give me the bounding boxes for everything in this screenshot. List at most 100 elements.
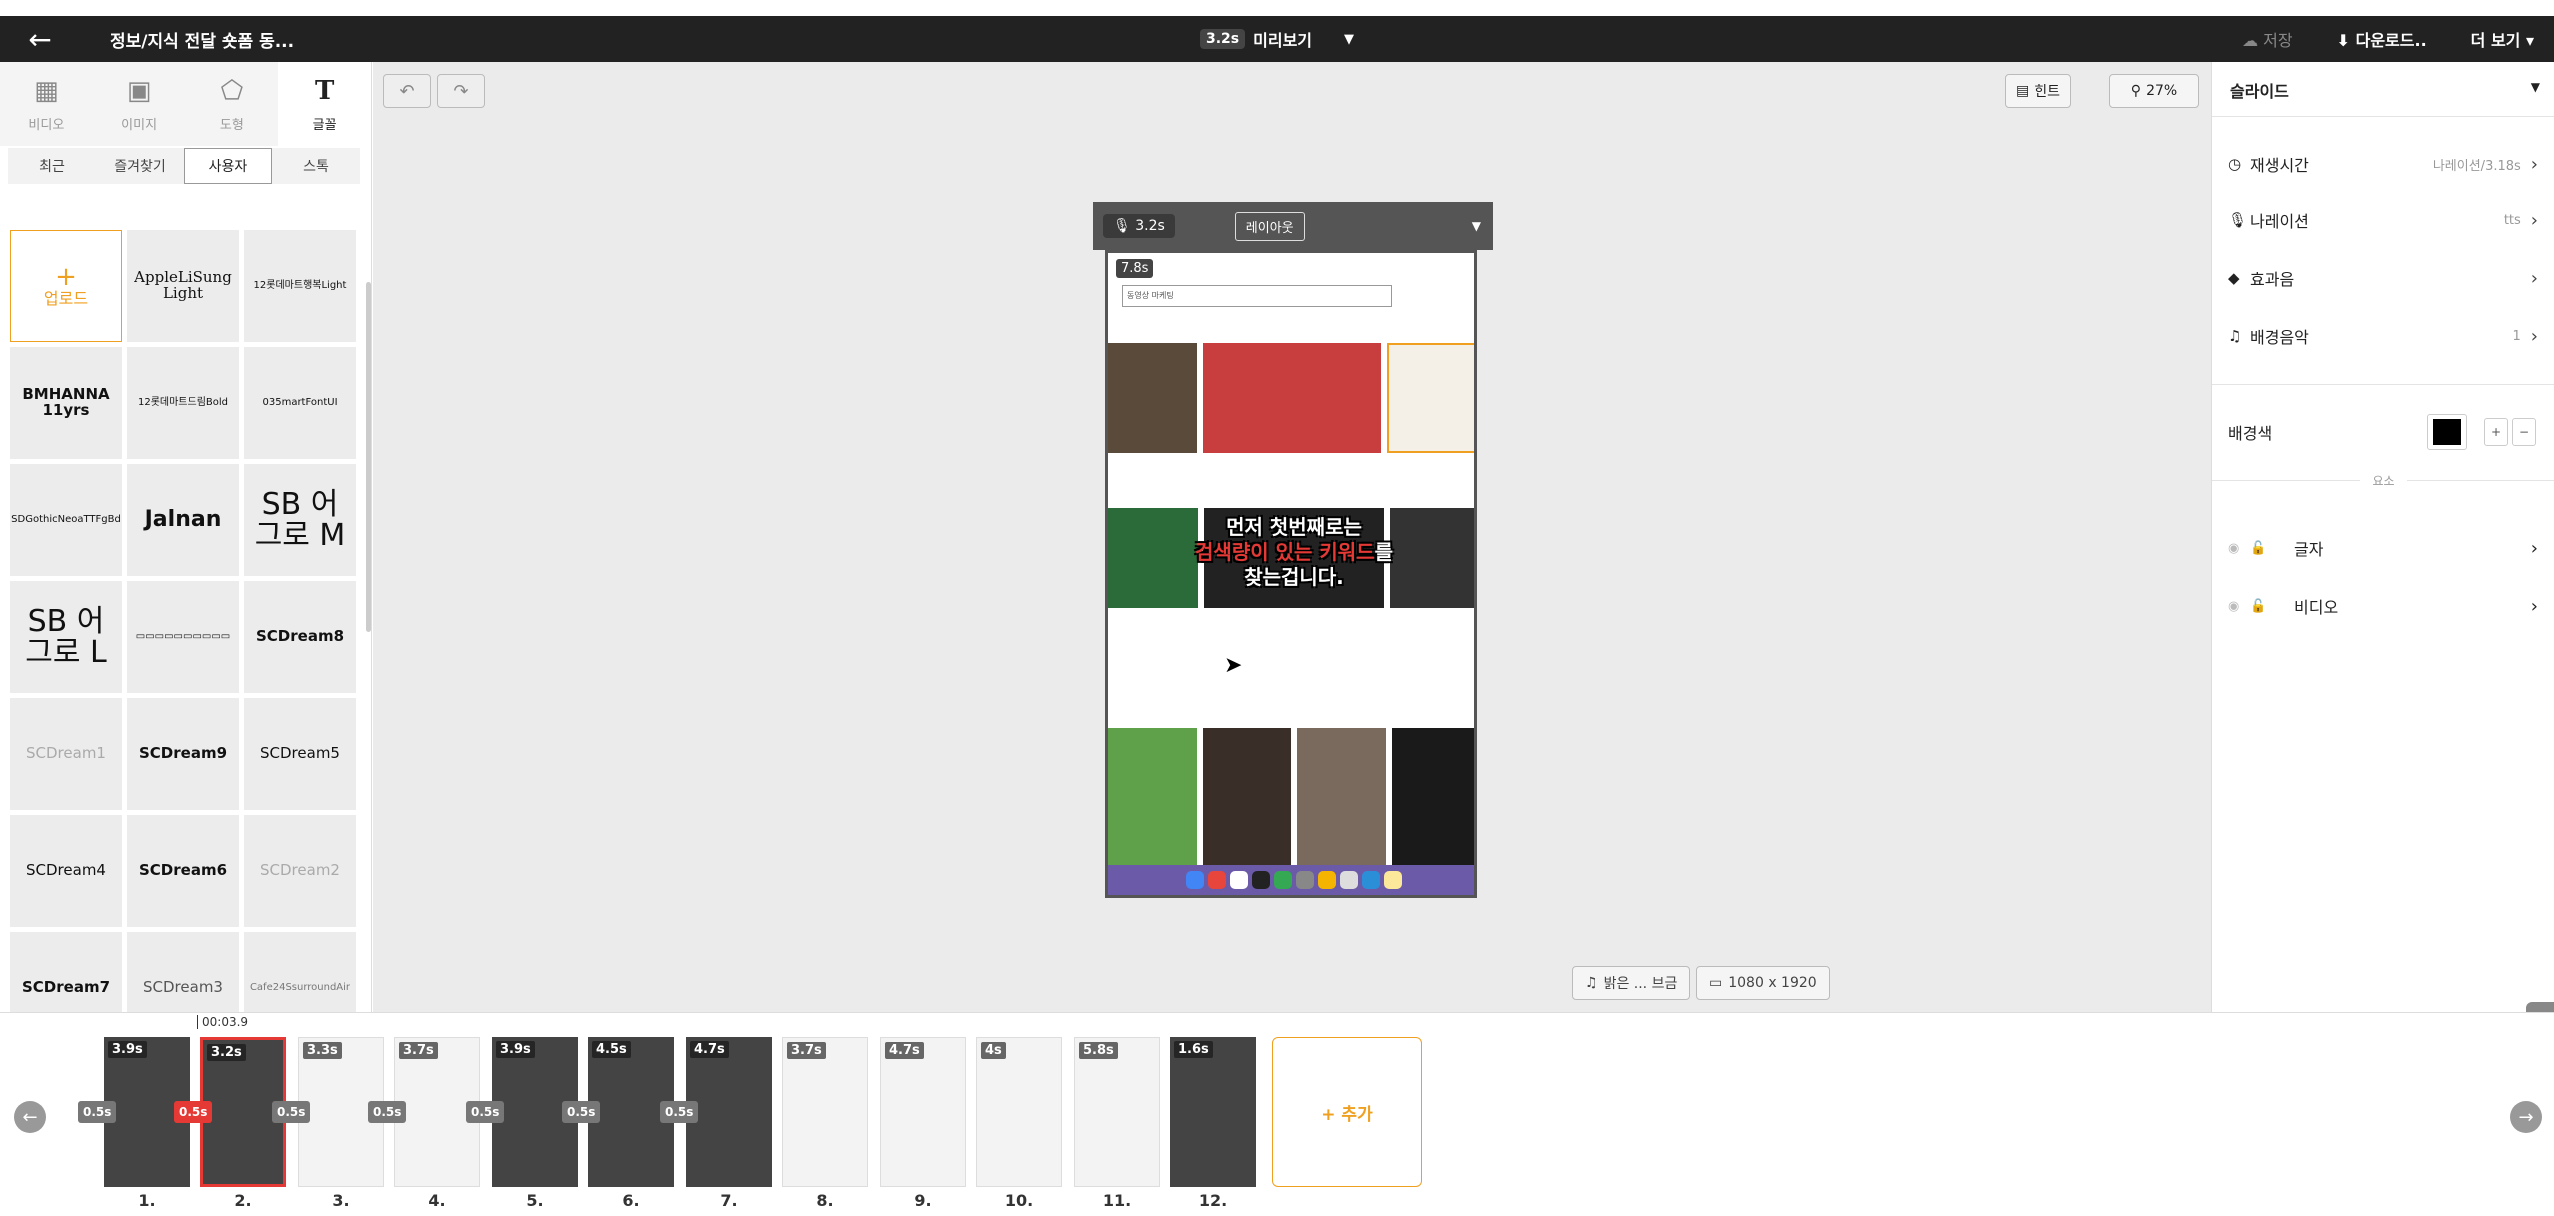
clip-number: 2.	[234, 1191, 252, 1210]
dock-app-icon	[1208, 871, 1226, 889]
timeline-clip[interactable]: 1.6s	[1170, 1037, 1256, 1187]
slide-menu-icon[interactable]: ▼	[1472, 219, 1481, 233]
font-card[interactable]: SCDream6	[127, 815, 239, 927]
font-grid: + 업로드 AppleLiSung Light 12롯데마트행복Light BM…	[10, 230, 356, 1012]
elements-label: 요소	[2360, 474, 2407, 488]
remove-bg-button[interactable]: −	[2512, 418, 2536, 446]
bg-color-swatch[interactable]	[2427, 414, 2467, 450]
transition-badge[interactable]: 0.5s	[562, 1101, 601, 1123]
font-card[interactable]: SCDream2	[244, 815, 356, 927]
tab-video[interactable]: ▦ 비디오	[0, 62, 93, 146]
timeline-clip[interactable]: 3.7s	[782, 1037, 868, 1187]
tab-image[interactable]: ▣ 이미지	[93, 62, 186, 146]
font-card[interactable]: SCDream9	[127, 698, 239, 810]
panel-dropdown-icon[interactable]: ▼	[2531, 80, 2540, 94]
font-panel-scrollbar[interactable]	[366, 282, 371, 632]
slide-video-content[interactable]: 7.8s 동영상 마케팅 먼저 첫번째로는 검색량이 있는 키워드를 찾는겁니다…	[1105, 250, 1477, 898]
resolution-button[interactable]: ▭ 1080 x 1920	[1696, 966, 1830, 1000]
font-card[interactable]: SCDream5	[244, 698, 356, 810]
font-card[interactable]: SB 어그로 L	[10, 581, 122, 693]
preview-dropdown-icon[interactable]: ▼	[1344, 32, 1354, 47]
subtab-favorites[interactable]: 즐겨찾기	[96, 148, 184, 184]
row-value: 나레이션/3.18s	[2432, 158, 2521, 174]
clip-number: 4.	[428, 1191, 446, 1210]
row-duration[interactable]: ◷ 재생시간 나레이션/3.18s ›	[2228, 146, 2538, 182]
clip-duration: 3.3s	[303, 1042, 342, 1059]
clip-duration: 3.7s	[787, 1042, 826, 1059]
font-card[interactable]: BMHANNA 11yrs	[10, 347, 122, 459]
row-narration[interactable]: 🎙 나레이션 tts ›	[2228, 202, 2538, 238]
font-card[interactable]: Jalnan	[127, 464, 239, 576]
timeline-clip[interactable]: 4.7s	[880, 1037, 966, 1187]
bg-color-chip	[2433, 419, 2461, 445]
download-button[interactable]: ⬇ 다운로드..	[2337, 27, 2427, 51]
row-sound-effect[interactable]: ◆ 효과음 ›	[2228, 260, 2538, 296]
redo-button[interactable]: ↷	[437, 74, 485, 108]
font-card[interactable]: Cafe24SsurroundAir	[244, 932, 356, 1012]
transition-badge[interactable]: 0.5s	[660, 1101, 699, 1123]
zoom-button[interactable]: ⚲ 27%	[2109, 74, 2199, 108]
font-card[interactable]: 12롯데마트드림Bold	[127, 347, 239, 459]
slide-preview[interactable]: 🎙 3.2s 레이아웃 ▼ 7.8s 동영상 마케팅 먼저 첫번째로는 검색량이…	[1093, 202, 1493, 898]
save-button[interactable]: ☁ 저장	[2242, 27, 2293, 51]
layout-button[interactable]: 레이아웃	[1234, 211, 1305, 241]
transition-badge[interactable]: 0.5s	[174, 1101, 213, 1123]
more-label: 더 보기	[2470, 31, 2521, 50]
eye-icon[interactable]: ◉	[2228, 599, 2250, 614]
video-thumbnail	[1108, 343, 1197, 453]
transition-badge[interactable]: 0.5s	[272, 1101, 311, 1123]
tab-font[interactable]: T 글꼴	[278, 62, 371, 146]
undo-button[interactable]: ↶	[383, 74, 431, 108]
back-arrow-icon[interactable]: ←	[20, 16, 60, 62]
timeline-clip[interactable]: 4s	[976, 1037, 1062, 1187]
timeline-clip[interactable]: 5.8s	[1074, 1037, 1160, 1187]
subtab-user[interactable]: 사용자	[184, 148, 272, 184]
font-card[interactable]: SCDream8	[244, 581, 356, 693]
preview-button[interactable]: 3.2s 미리보기	[1200, 27, 1312, 51]
font-card[interactable]: 035martFontUI	[244, 347, 356, 459]
tab-shape[interactable]: ⬠ 도형	[186, 62, 279, 146]
upload-font-button[interactable]: + 업로드	[10, 230, 122, 342]
font-card[interactable]: SCDream3	[127, 932, 239, 1012]
asset-tabs: ▦ 비디오 ▣ 이미지 ⬠ 도형 T 글꼴	[0, 62, 371, 146]
row-background-music[interactable]: ♫ 배경음악 1 ›	[2228, 318, 2538, 354]
font-card[interactable]: AppleLiSung Light	[127, 230, 239, 342]
add-bg-button[interactable]: +	[2484, 418, 2508, 446]
shorts-thumbnail	[1297, 728, 1386, 873]
element-row-text[interactable]: ◉ 🔓 글자 ›	[2228, 530, 2538, 566]
font-sub-tabs: 최근 즐겨찾기 사용자 스톡	[8, 148, 360, 184]
font-card[interactable]: SCDream4	[10, 815, 122, 927]
project-title[interactable]: 정보/지식 전달 숏폼 동...	[110, 27, 294, 52]
hint-button[interactable]: ▤ 힌트	[2005, 74, 2071, 108]
font-card[interactable]: SCDream1	[10, 698, 122, 810]
timeline-clip[interactable]: 4.7s	[686, 1037, 772, 1187]
text-icon: T	[314, 75, 335, 106]
background-music-button[interactable]: ♫ 밝은 ... 브금	[1572, 966, 1691, 1000]
element-row-video[interactable]: ◉ 🔓 비디오 ›	[2228, 588, 2538, 624]
add-slide-button[interactable]: + 추가	[1272, 1037, 1422, 1187]
lock-icon[interactable]: 🔓	[2250, 541, 2272, 556]
narration-duration-badge[interactable]: 🎙 3.2s	[1103, 214, 1175, 238]
more-button[interactable]: 더 보기 ▾	[2471, 27, 2534, 51]
font-card[interactable]: ▭▭▭▭▭▭▭▭▭▭	[127, 581, 239, 693]
caption-suffix: 를	[1374, 540, 1393, 564]
lock-icon[interactable]: 🔓	[2250, 599, 2272, 614]
font-card[interactable]: 12롯데마트행복Light	[244, 230, 356, 342]
redo-icon: ↷	[453, 80, 469, 102]
font-card[interactable]: SB 어그로 M	[244, 464, 356, 576]
clip-number: 11.	[1102, 1191, 1132, 1210]
font-card[interactable]: SDGothicNeoaTTFgBd	[10, 464, 122, 576]
dock-app-icon	[1340, 871, 1358, 889]
arrow-left-icon[interactable]: ←	[14, 1101, 46, 1133]
transition-badge[interactable]: 0.5s	[78, 1101, 117, 1123]
subtab-stock[interactable]: 스톡	[272, 148, 360, 184]
font-card[interactable]: SCDream7	[10, 932, 122, 1012]
arrow-right-icon[interactable]: →	[2510, 1101, 2542, 1133]
eye-icon[interactable]: ◉	[2228, 541, 2250, 556]
caption-line-3: 찾는겁니다.	[1244, 565, 1344, 589]
slide-caption[interactable]: 먼저 첫번째로는 검색량이 있는 키워드를 찾는겁니다.	[1108, 515, 1474, 590]
transition-badge[interactable]: 0.5s	[466, 1101, 505, 1123]
transition-badge[interactable]: 0.5s	[368, 1101, 407, 1123]
row-label: 배경음악	[2250, 328, 2309, 347]
subtab-recent[interactable]: 최근	[8, 148, 96, 184]
